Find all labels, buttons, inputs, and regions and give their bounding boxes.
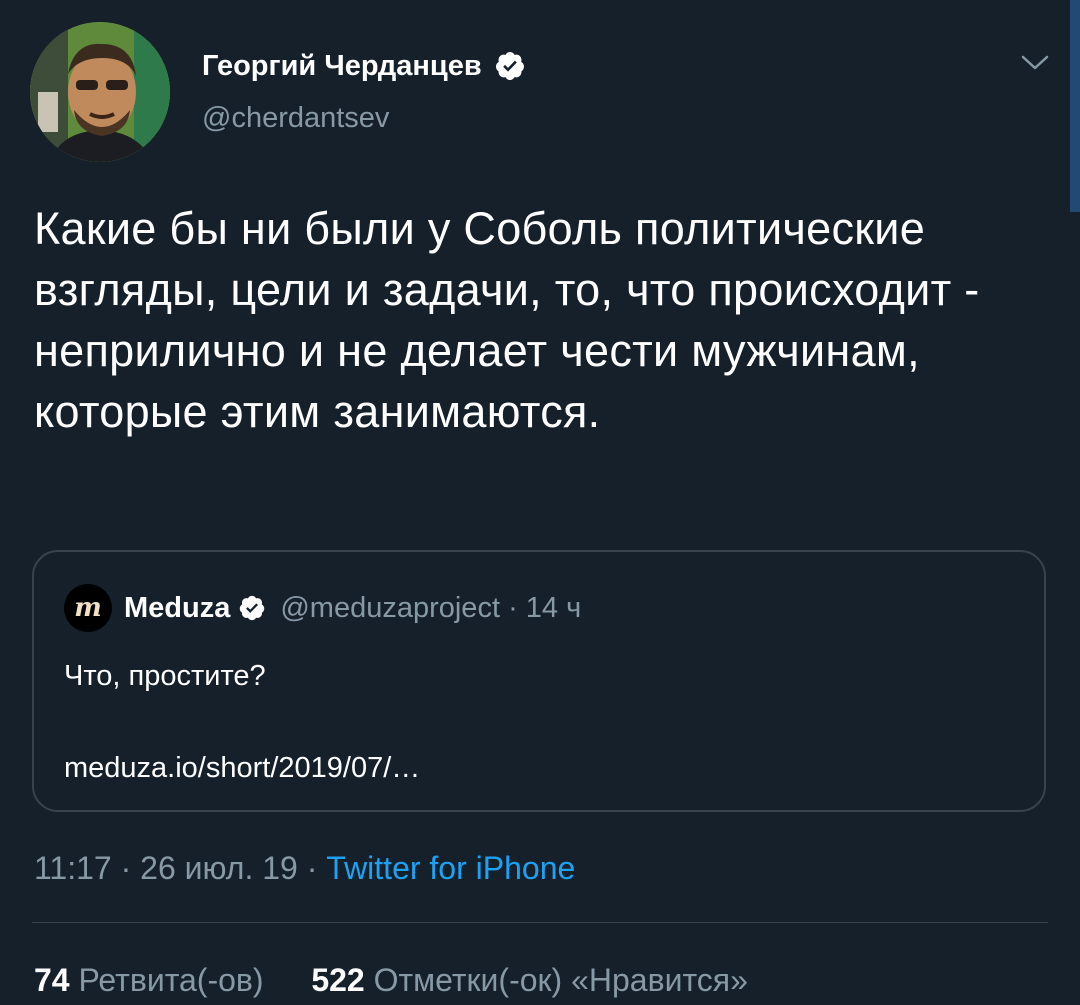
quoted-tweet[interactable]: m Meduza @meduzaproject · 14 ч Что, прос… xyxy=(32,550,1046,812)
quoted-tweet-text: Что, простите? xyxy=(64,660,266,692)
quoted-author-handle: @meduzaproject · 14 ч xyxy=(280,591,582,624)
quoted-author-name: Meduza xyxy=(124,591,231,624)
chevron-down-icon[interactable] xyxy=(1020,52,1050,74)
quoted-tweet-header: m Meduza @meduzaproject · 14 ч xyxy=(64,584,582,632)
meta-separator: · xyxy=(120,850,132,886)
author-name-row: Георгий Черданцев xyxy=(202,46,526,86)
author-info: Георгий Черданцев @cherdantsev xyxy=(202,46,526,135)
tweet-metadata: 11:17 · 26 июл. 19 · Twitter for iPhone xyxy=(34,850,575,887)
quoted-tweet-link[interactable]: meduza.io/short/2019/07/… xyxy=(64,752,420,785)
divider xyxy=(32,922,1048,923)
scrollbar[interactable] xyxy=(1070,0,1080,212)
retweets-count: 74 xyxy=(34,962,70,998)
likes-label: Отметки(-ок) «Нравится» xyxy=(373,962,748,998)
author-handle[interactable]: @cherdantsev xyxy=(202,102,526,135)
likes-count: 522 xyxy=(311,962,365,998)
likes-stat[interactable]: 522 Отметки(-ок) «Нравится» xyxy=(311,962,748,998)
author-name[interactable]: Георгий Черданцев xyxy=(202,50,482,83)
avatar[interactable] xyxy=(30,22,170,162)
tweet-source-link[interactable]: Twitter for iPhone xyxy=(326,850,575,886)
retweets-stat[interactable]: 74 Ретвита(-ов) xyxy=(34,962,264,998)
profile-photo-icon xyxy=(30,22,170,162)
meduza-logo-icon: m xyxy=(64,584,112,632)
verified-badge-icon xyxy=(240,595,265,621)
tweet-date: 26 июл. 19 xyxy=(140,850,298,886)
tweet-detail-page: Георгий Черданцев @cherdantsev Какие бы … xyxy=(0,0,1080,1005)
tweet-text: Какие бы ни были у Соболь политические в… xyxy=(34,203,980,437)
tweet-stats: 74 Ретвита(-ов) 522 Отметки(-ок) «Нравит… xyxy=(34,962,748,999)
tweet-header: Георгий Черданцев @cherdantsev xyxy=(30,22,1070,167)
verified-badge-icon xyxy=(495,52,524,80)
meta-separator: · xyxy=(306,850,318,886)
tweet-time: 11:17 xyxy=(34,850,112,886)
retweets-label: Ретвита(-ов) xyxy=(78,962,264,998)
